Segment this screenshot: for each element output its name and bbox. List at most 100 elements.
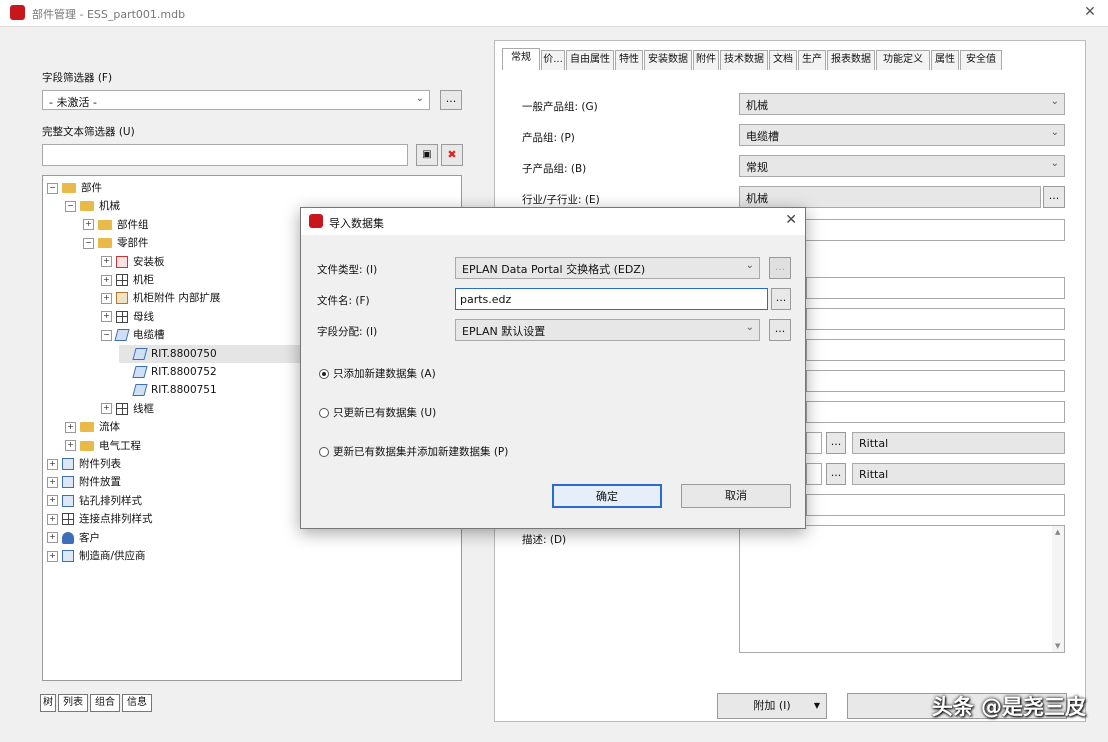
tree-node[interactable]: − 电缆槽 [101,326,165,344]
tree-node[interactable]: + 安装板 [101,253,165,271]
tab-combination[interactable]: 组合 [90,694,120,712]
ok-button[interactable]: 确定 [552,484,662,508]
tree-node[interactable]: + 机柜 [101,271,154,289]
right-field-select[interactable]: 电缆槽 ⌄ [739,124,1065,146]
tab-info[interactable]: 信息 [122,694,152,712]
tree-node[interactable]: − 零部件 [83,234,149,252]
tab-1[interactable]: 价... [541,50,565,70]
right-field-7[interactable] [806,308,1065,330]
industry-dots-button[interactable]: ... [1043,186,1065,208]
right-field-13[interactable] [806,494,1065,516]
radio-add-new-indicator[interactable] [319,369,329,379]
tab-12[interactable]: 安全值 [960,50,1002,70]
expand-icon[interactable]: + [47,532,58,544]
tree-node[interactable]: + 机柜附件 内部扩展 [101,289,220,307]
file-name-input[interactable]: parts.edz [455,288,768,310]
tab-7[interactable]: 文档 [769,50,797,70]
file-type-dots-button[interactable]: ... [769,257,791,279]
cancel-button[interactable]: 取消 [681,484,791,508]
tab-0[interactable]: 常规 [502,48,540,70]
folder-icon [98,238,112,249]
tab-10[interactable]: 功能定义 [876,50,930,70]
right-field-10[interactable] [806,401,1065,423]
right-field-8[interactable] [806,339,1065,361]
dialog-close-button[interactable]: ✕ [785,212,797,228]
tab-8[interactable]: 生产 [798,50,826,70]
file-type-select[interactable]: EPLAN Data Portal 交换格式 (EDZ) ⌄ [455,257,760,279]
tree-node[interactable]: − 部件 [47,179,102,197]
supplier-dots-button[interactable]: ... [826,463,846,485]
manufacturer-dots-button[interactable]: ... [826,432,846,454]
text-filter-input[interactable] [42,144,408,166]
expand-icon[interactable]: + [101,274,112,286]
tab-3[interactable]: 特性 [615,50,643,70]
radio-update-and-add-indicator[interactable] [319,447,329,457]
description-scrollbar[interactable]: ▲ ▼ [1052,526,1064,652]
field-assign-select[interactable]: EPLAN 默认设置 ⌄ [455,319,760,341]
expand-icon[interactable]: + [65,440,76,452]
radio-update-and-add[interactable]: 更新已有数据集并添加新建数据集 (P) [319,444,508,459]
tab-9[interactable]: 报表数据 [827,50,875,70]
collapse-icon[interactable]: − [101,329,112,341]
expand-icon[interactable]: + [101,256,112,268]
window-close-button[interactable]: ✕ [1080,3,1100,21]
tree-node[interactable]: + 钻孔排列样式 [47,492,142,510]
tree-node[interactable]: − 机械 [65,197,120,215]
tree-node[interactable]: + 连接点排列样式 [47,510,153,528]
expand-icon[interactable]: + [47,495,58,507]
append-button[interactable]: 附加 (I) ▼ [717,693,827,719]
collapse-icon[interactable]: − [83,237,94,249]
clear-filter-icon[interactable]: ✖ [441,144,463,166]
scroll-down-icon[interactable]: ▼ [1055,642,1060,650]
right-field-9[interactable] [806,370,1065,392]
tree-node[interactable]: RIT.8800751 [119,381,217,399]
field-assign-dots-button[interactable]: ... [769,319,791,341]
field-filter-select[interactable]: - 未激活 - ⌄ [42,90,430,110]
tab-2[interactable]: 自由属性 [566,50,614,70]
expand-icon[interactable]: + [47,550,58,562]
tab-list[interactable]: 列表 [58,694,88,712]
expand-icon[interactable]: + [65,421,76,433]
right-field-6[interactable] [806,277,1065,299]
description-textarea[interactable]: ▲ ▼ [739,525,1065,653]
tree-node[interactable]: + 线框 [101,400,154,418]
tree-node[interactable]: + 电气工程 [65,437,141,455]
tree-node[interactable]: + 制造商/供应商 [47,547,146,565]
scroll-up-icon[interactable]: ▲ [1055,528,1060,536]
tree-node[interactable]: + 流体 [65,418,120,436]
right-field-12[interactable] [806,463,822,485]
collapse-icon[interactable]: − [65,200,76,212]
right-field-select[interactable]: 常规 ⌄ [739,155,1065,177]
field-filter-dots-button[interactable]: ... [440,90,462,110]
radio-update-existing[interactable]: 只更新已有数据集 (U) [319,405,436,420]
blue-icon [62,458,74,470]
right-field-select[interactable]: 机械 ⌄ [739,93,1065,115]
expand-icon[interactable]: + [101,403,112,415]
tree-node[interactable]: RIT.8800750 [119,344,319,363]
tree-node[interactable]: + 附件列表 [47,455,121,473]
tab-4[interactable]: 安装数据 [644,50,692,70]
tree-node[interactable]: + 部件组 [83,216,149,234]
right-field-11[interactable] [806,432,822,454]
tree-node[interactable]: + 附件放置 [47,473,121,491]
expand-icon[interactable]: + [47,513,58,525]
expand-icon[interactable]: + [83,219,94,231]
expand-icon[interactable]: + [101,311,112,323]
tree-node[interactable]: + 客户 [47,529,100,547]
expand-icon[interactable]: + [47,476,58,488]
right-field-select[interactable]: 机械 [739,186,1041,208]
file-name-dots-button[interactable]: ... [771,288,791,310]
tab-6[interactable]: 技术数据 [720,50,768,70]
tree-node[interactable]: RIT.8800752 [119,363,217,381]
collapse-icon[interactable]: − [47,182,58,194]
radio-add-new[interactable]: 只添加新建数据集 (A) [319,366,436,381]
apply-filter-icon[interactable]: ▣ [416,144,438,166]
tab-5[interactable]: 附件 [693,50,719,70]
tab-tree[interactable]: 树 [40,694,56,712]
expand-icon[interactable]: + [101,292,112,304]
tab-11[interactable]: 属性 [931,50,959,70]
expand-icon[interactable]: + [47,458,58,470]
tree-node[interactable]: + 母线 [101,308,154,326]
radio-update-existing-indicator[interactable] [319,408,329,418]
watermark: 头条 @是尧三皮 [931,695,1086,719]
